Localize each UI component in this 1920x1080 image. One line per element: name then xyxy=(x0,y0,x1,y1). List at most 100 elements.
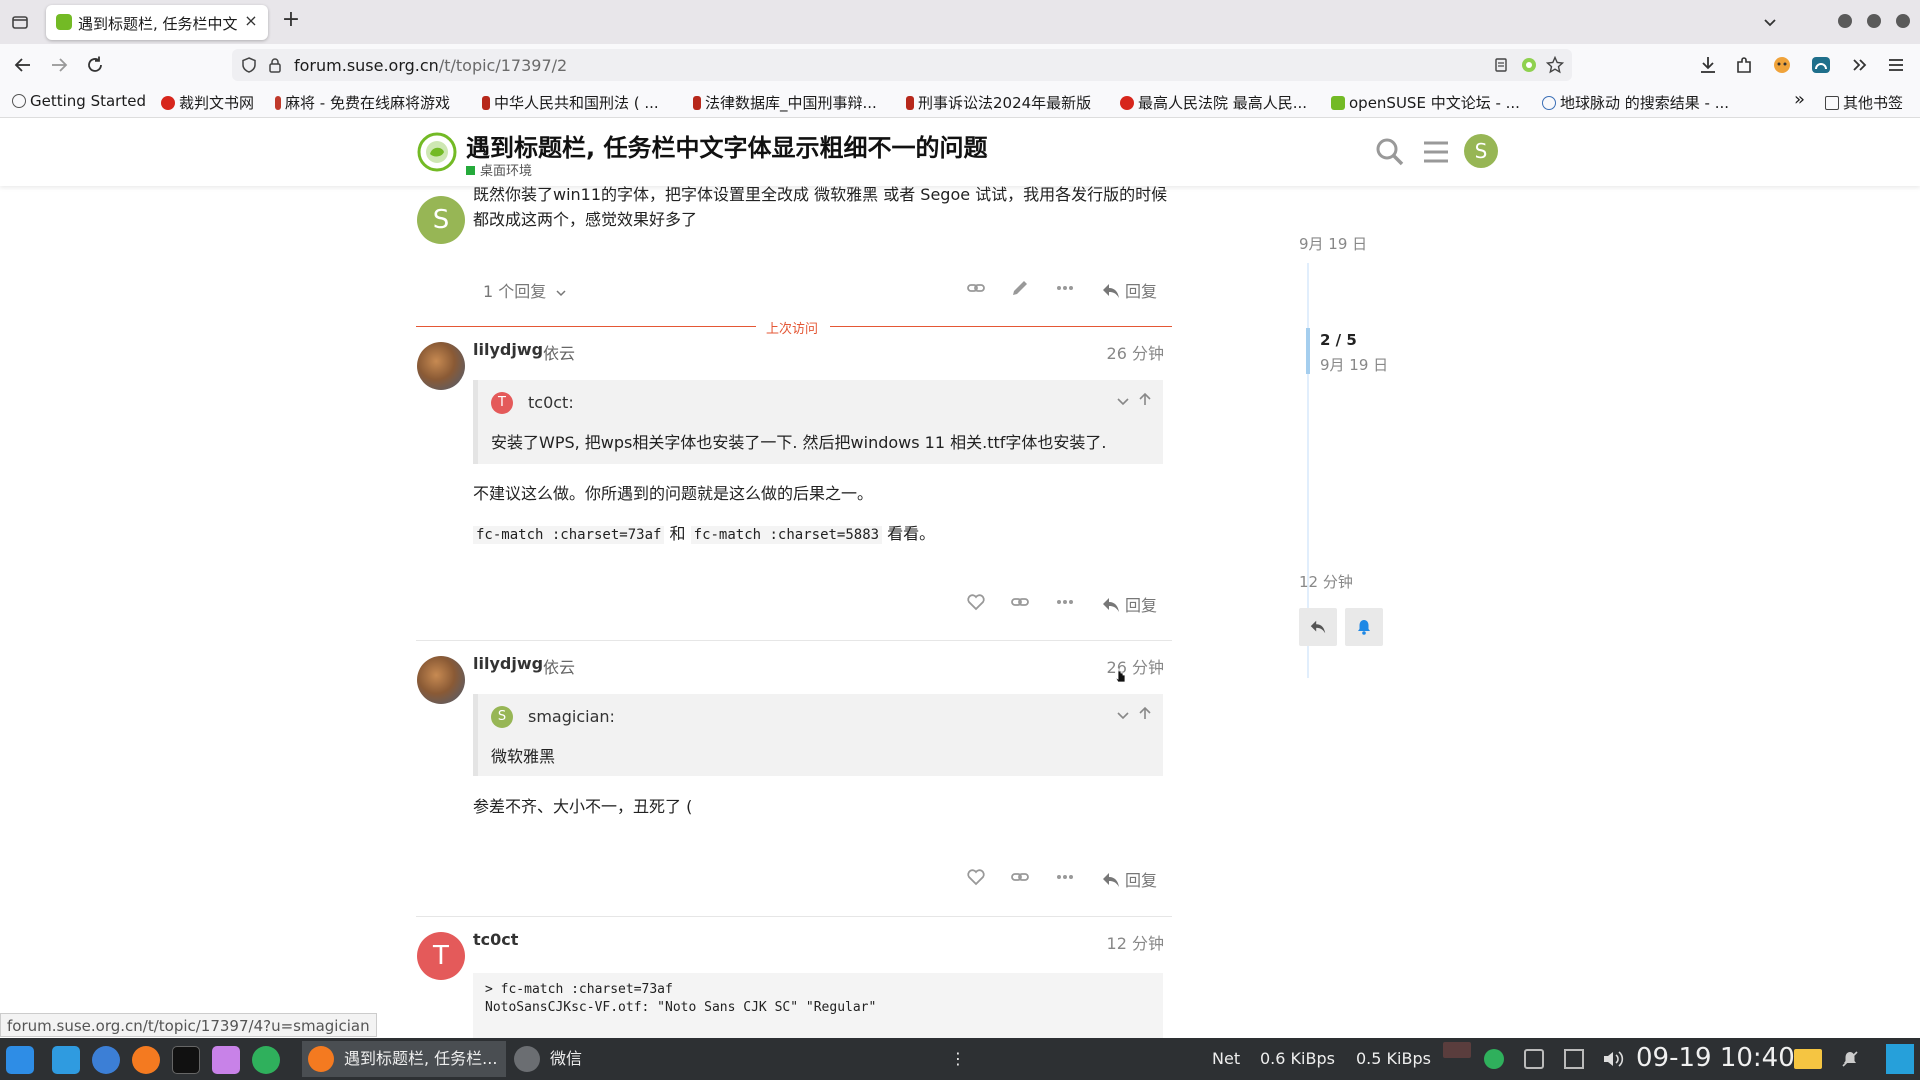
downloads-icon[interactable] xyxy=(1697,54,1719,76)
replies-toggle-button[interactable]: 1 个回复 xyxy=(483,278,567,302)
close-window-button[interactable] xyxy=(1896,14,1910,28)
new-tab-button[interactable]: + xyxy=(280,9,302,32)
category-badge[interactable]: 桌面环境 xyxy=(466,160,532,179)
bookmarks-overflow-icon[interactable]: » xyxy=(1794,89,1805,110)
address-bar[interactable]: forum.suse.org.cn/t/topic/17397/2 xyxy=(232,49,1572,81)
bookmark-item[interactable]: 最高人民法院 最高人民... xyxy=(1120,92,1307,113)
reply-button[interactable]: 回复 xyxy=(1101,867,1157,891)
post-date[interactable]: 26 分钟 xyxy=(1080,340,1164,364)
taskbar-window-wechat[interactable]: 微信 xyxy=(508,1041,658,1077)
bookmark-item[interactable]: 刑事诉讼法2024年最新版 xyxy=(906,92,1091,113)
reply-arrow-icon xyxy=(1310,620,1326,634)
clock[interactable]: 09-19 10:40 xyxy=(1636,1043,1795,1073)
timeline-reply-button[interactable] xyxy=(1299,608,1337,646)
last-visit-line xyxy=(830,326,1172,327)
jump-up-arrow-icon[interactable] xyxy=(1137,705,1153,721)
current-user-avatar[interactable]: S xyxy=(1464,134,1498,168)
status-link-preview: forum.suse.org.cn/t/topic/17397/4?u=smag… xyxy=(0,1013,377,1037)
fox-extension-icon[interactable] xyxy=(1771,54,1793,76)
like-heart-icon[interactable] xyxy=(966,592,986,612)
notes-app-icon[interactable] xyxy=(212,1046,240,1074)
wechat-tray-icon[interactable] xyxy=(1484,1049,1504,1069)
opensuse-logo-icon[interactable] xyxy=(417,132,457,172)
bookmark-star-icon[interactable] xyxy=(1546,56,1564,74)
username[interactable]: lilydjwg xyxy=(473,340,543,359)
post-date[interactable]: 12 分钟 xyxy=(1080,930,1164,954)
inline-code: fc-match :charset=73af xyxy=(473,526,665,544)
topic-title[interactable]: 遇到标题栏, 任务栏中文字体显示粗细不一的问题 xyxy=(466,128,987,163)
avatar[interactable] xyxy=(417,656,465,704)
firefox-launcher-icon[interactable] xyxy=(132,1046,160,1074)
extensions-puzzle-icon[interactable] xyxy=(1733,54,1755,76)
hamburger-menu-icon[interactable] xyxy=(1420,136,1452,168)
minimize-button[interactable] xyxy=(1838,14,1852,28)
volume-icon[interactable] xyxy=(1602,1049,1624,1069)
opensuse-favicon-icon xyxy=(56,14,72,30)
terminal-icon[interactable] xyxy=(172,1046,200,1074)
show-desktop-button[interactable] xyxy=(1886,1044,1914,1074)
network-tray-icon[interactable] xyxy=(1564,1049,1584,1069)
tab-close-icon[interactable]: × xyxy=(242,12,260,30)
more-actions-icon[interactable] xyxy=(1055,867,1075,887)
tray-app-icon[interactable] xyxy=(1524,1049,1544,1069)
timeline-handle[interactable] xyxy=(1306,328,1310,374)
bookmark-label: 裁判文书网 xyxy=(179,94,255,112)
bookmark-item[interactable]: 麻将 - 免费在线麻将游戏 xyxy=(275,92,450,113)
reply-arrow-icon xyxy=(1103,873,1119,887)
emblem-icon xyxy=(1120,96,1134,110)
edit-pencil-icon[interactable] xyxy=(1010,278,1030,298)
expand-chevron-icon[interactable] xyxy=(1115,707,1131,723)
active-tab[interactable]: 遇到标题栏, 任务栏中文 × xyxy=(46,5,268,40)
tab-list-chevron-icon[interactable] xyxy=(1760,12,1780,32)
reply-button[interactable]: 回复 xyxy=(1101,592,1157,616)
music-app-icon[interactable] xyxy=(252,1046,280,1074)
chromium-icon[interactable] xyxy=(92,1046,120,1074)
more-actions-icon[interactable] xyxy=(1055,278,1075,298)
lock-icon[interactable] xyxy=(266,56,284,74)
bookmark-getting-started[interactable]: Getting Started xyxy=(12,92,146,110)
extension-page-icon[interactable] xyxy=(1520,56,1538,74)
emblem-icon xyxy=(161,96,175,110)
bookmark-item[interactable]: 地球脉动 的搜索结果 - ... xyxy=(1542,92,1729,113)
more-actions-icon[interactable] xyxy=(1055,592,1075,612)
notes-tray-icon[interactable] xyxy=(1794,1049,1822,1069)
like-heart-icon[interactable] xyxy=(966,867,986,887)
jump-up-arrow-icon[interactable] xyxy=(1137,391,1153,407)
timeline-end-date[interactable]: 12 分钟 xyxy=(1299,571,1353,592)
notifications-muted-icon[interactable] xyxy=(1840,1049,1860,1069)
timeline-start-date[interactable]: 9月 19 日 xyxy=(1299,233,1367,254)
timeline-position-date: 9月 19 日 xyxy=(1320,356,1389,374)
reader-view-icon[interactable] xyxy=(1492,56,1510,74)
other-bookmarks[interactable]: 其他书签 xyxy=(1825,92,1903,113)
username[interactable]: lilydjwg xyxy=(473,654,543,673)
tab-groups-icon[interactable] xyxy=(10,12,30,32)
start-menu-icon[interactable] xyxy=(6,1046,34,1074)
shield-icon[interactable] xyxy=(240,56,258,74)
share-link-icon[interactable] xyxy=(1010,867,1030,887)
notification-bell-button[interactable] xyxy=(1345,608,1383,646)
menu-hamburger-icon[interactable] xyxy=(1885,54,1907,76)
avatar[interactable]: S xyxy=(417,196,465,244)
maximize-button[interactable] xyxy=(1867,14,1881,28)
reload-icon[interactable] xyxy=(84,54,106,76)
reply-button[interactable]: 回复 xyxy=(1101,278,1157,302)
bookmark-item[interactable]: 中华人民共和国刑法 ( ... xyxy=(482,92,659,113)
share-link-icon[interactable] xyxy=(1010,592,1030,612)
avatar[interactable] xyxy=(417,342,465,390)
back-arrow-icon[interactable] xyxy=(12,54,34,76)
share-link-icon[interactable] xyxy=(966,278,986,298)
forward-arrow-icon[interactable] xyxy=(48,54,70,76)
globe-icon xyxy=(12,94,26,108)
bookmark-item[interactable]: 法律数据库_中国刑事辩... xyxy=(693,92,877,113)
bookmark-item[interactable]: openSUSE 中文论坛 - ... xyxy=(1331,92,1520,113)
expand-chevron-icon[interactable] xyxy=(1115,393,1131,409)
avatar[interactable]: T xyxy=(417,932,465,980)
more-tools-chevron-icon[interactable] xyxy=(1849,54,1871,76)
search-icon[interactable] xyxy=(1374,136,1406,168)
taskbar-window-firefox[interactable]: 遇到标题栏, 任务栏... xyxy=(302,1041,506,1077)
tray-firefox-icon[interactable] xyxy=(1443,1042,1471,1058)
speed-extension-icon[interactable] xyxy=(1810,54,1832,76)
bookmark-item[interactable]: 裁判文书网 xyxy=(161,92,254,113)
file-manager-icon[interactable] xyxy=(52,1046,80,1074)
username[interactable]: tc0ct xyxy=(473,930,518,949)
